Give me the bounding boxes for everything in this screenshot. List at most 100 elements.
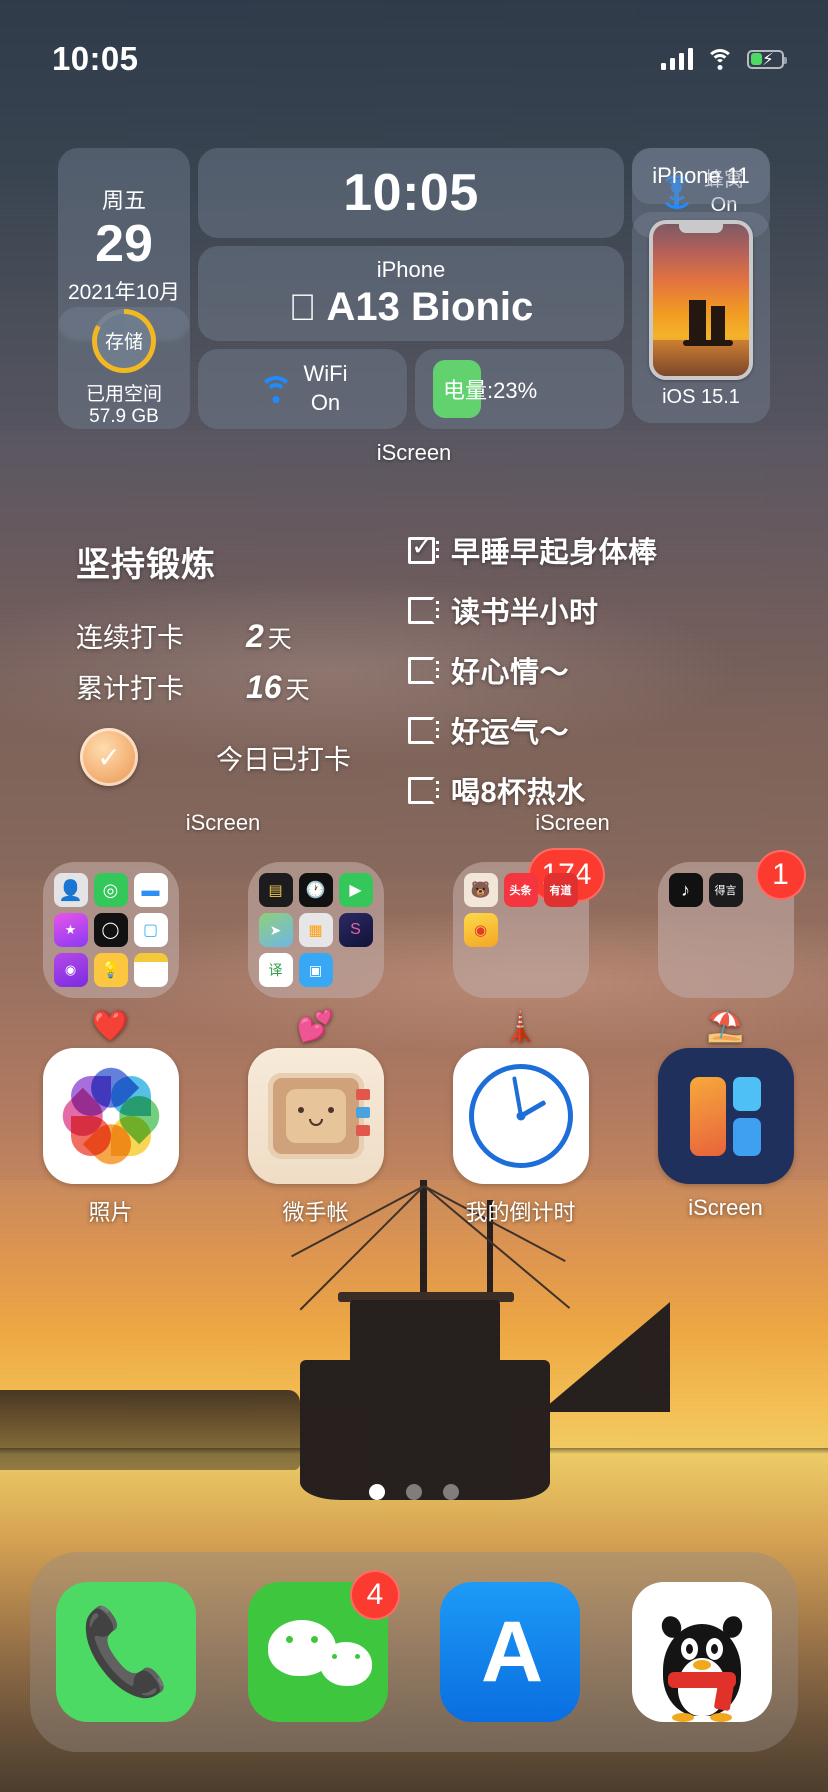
- folder-icon[interactable]: 1 ♪ 得言: [657, 850, 806, 998]
- folder-icon[interactable]: 174 🐻 头条 有道 ◉: [452, 848, 605, 998]
- mini-app-deyan: 得言: [708, 873, 743, 907]
- habit-widget-caption: iScreen: [185, 810, 261, 835]
- folder-love[interactable]: 👤 ◎ ▬ ★ ◯ ▢ ◉ 💡 ❤️: [8, 862, 213, 1044]
- wifi-card[interactable]: WiFi On: [198, 349, 407, 429]
- day-number: 29: [95, 215, 153, 274]
- mini-app-empty: [709, 953, 743, 987]
- clock-time: 10:05: [343, 164, 479, 222]
- habit-row-label: 累计打卡: [76, 674, 184, 704]
- mini-app-tips: 💡: [93, 953, 128, 987]
- qq-icon[interactable]: [632, 1582, 772, 1722]
- mini-app-maps: ➤: [258, 913, 293, 947]
- mini-app-contacts: 👤: [53, 873, 88, 907]
- mini-app-keynote: ▣: [298, 953, 333, 987]
- storage-card[interactable]: 存储 已用空间 57.9 GB: [58, 307, 190, 429]
- mini-app-empty: [749, 873, 783, 907]
- battery-charging-icon: ⚡: [747, 49, 787, 69]
- mini-app-empty: [669, 913, 703, 947]
- phone-icon[interactable]: 📞: [56, 1582, 196, 1722]
- storage-caption: 已用空间: [85, 383, 162, 405]
- notebook-icon[interactable]: [247, 1048, 384, 1184]
- device-preview-card[interactable]: iOS 15.1: [632, 212, 770, 423]
- app-label: 照片: [88, 1200, 133, 1225]
- mini-app-notes: [133, 953, 168, 987]
- dock-app-phone[interactable]: 📞: [56, 1582, 196, 1722]
- chip-name: A13 Bionic: [312, 285, 534, 329]
- year-month-label: 2021年10月: [67, 280, 181, 304]
- habit-row-label: 连续打卡: [76, 623, 184, 653]
- app-iscreen[interactable]: iScreen: [623, 1048, 828, 1227]
- list-item[interactable]: 好心情～: [408, 649, 745, 691]
- mini-app-empty: [709, 913, 743, 947]
- mini-app-itunes-store: ★: [53, 913, 88, 947]
- mini-app-find-my: ◎: [93, 873, 128, 907]
- battery-text: 电量:23%: [443, 378, 538, 403]
- checked-stamp-icon: [80, 728, 138, 786]
- habit-row-value: 16: [246, 669, 282, 705]
- checkbox-unchecked-icon[interactable]: [408, 776, 439, 804]
- wifi-icon: [706, 48, 734, 70]
- mini-app-empty: [544, 953, 578, 987]
- mini-app-voice-memos: ▤: [258, 873, 293, 907]
- habit-row: 连续打卡 2 天: [76, 616, 388, 655]
- folder-news[interactable]: 174 🐻 头条 有道 ◉ 🗼: [418, 848, 623, 1044]
- os-version: iOS 15.1: [662, 386, 740, 408]
- folder-beach[interactable]: 1 ♪ 得言 ⛱️: [623, 850, 828, 1044]
- checkbox-unchecked-icon[interactable]: [408, 716, 439, 744]
- habit-widget[interactable]: 坚持锻炼 连续打卡 2 天 累计打卡 16 天 今日已打卡: [58, 505, 388, 805]
- clock-icon[interactable]: [452, 1048, 589, 1184]
- page-dot-active[interactable]: [369, 1484, 385, 1500]
- app-countdown[interactable]: 我的倒计时: [418, 1048, 623, 1227]
- page-dot[interactable]: [443, 1484, 459, 1500]
- system-widget-caption: iScreen: [376, 440, 452, 465]
- habit-row-unit: 天: [285, 677, 310, 704]
- list-item[interactable]: 好运气～: [408, 709, 745, 751]
- list-item[interactable]: 喝8杯热水: [408, 769, 745, 811]
- dock-app-wechat[interactable]: 4: [248, 1570, 400, 1722]
- checklist-item-label: 喝8杯热水: [451, 777, 586, 809]
- mini-app-shortcuts: S: [338, 913, 373, 947]
- wifi-label: WiFi: [303, 361, 348, 387]
- folder-label: ❤️: [91, 1010, 130, 1043]
- app-photos[interactable]: 照片: [8, 1048, 213, 1227]
- app-notebook[interactable]: 微手帐: [213, 1048, 418, 1227]
- checklist-widget-caption: iScreen: [535, 810, 610, 835]
- appstore-icon[interactable]: A: [440, 1582, 580, 1722]
- chip-card[interactable]: iPhone  A13 Bionic: [198, 246, 624, 341]
- list-item[interactable]: ✓ 早睡早起身体棒: [408, 529, 745, 571]
- dock-app-appstore[interactable]: A: [440, 1582, 580, 1722]
- folder-hearts[interactable]: ▤ 🕐 ▶ ➤ ▦ S 译 ▣ 💕: [213, 862, 418, 1044]
- folder-icon[interactable]: ▤ 🕐 ▶ ➤ ▦ S 译 ▣: [247, 862, 384, 998]
- checkbox-unchecked-icon[interactable]: [408, 596, 439, 624]
- checkbox-unchecked-icon[interactable]: [408, 656, 439, 684]
- model-card[interactable]: iPhone 11: [632, 148, 770, 204]
- battery-card[interactable]: 电量:23%: [415, 349, 624, 429]
- mini-app-wallet: ▢: [133, 913, 168, 947]
- list-item[interactable]: 读书半小时: [408, 589, 745, 631]
- mini-app-clock: 🕐: [298, 873, 333, 907]
- habit-title: 坚持锻炼: [76, 546, 216, 584]
- mini-app-empty: [749, 953, 783, 987]
- habit-row-value: 2: [246, 618, 264, 654]
- iscreen-icon[interactable]: [657, 1048, 794, 1184]
- photos-icon[interactable]: [42, 1048, 179, 1184]
- status-time: 10:05: [52, 40, 139, 77]
- dock-badge: 4: [350, 1570, 400, 1620]
- clock-card[interactable]: 10:05: [198, 148, 624, 238]
- mini-app-empty: [464, 953, 498, 987]
- wifi-state: On: [310, 390, 341, 415]
- checkbox-checked-icon[interactable]: ✓: [408, 532, 439, 564]
- app-label: iScreen: [688, 1195, 763, 1220]
- mini-app-files: ▬: [133, 873, 168, 907]
- phone-mockup-icon: [649, 220, 753, 380]
- habit-row: 累计打卡 16 天: [76, 667, 388, 706]
- mini-app-toutiao: 头条: [503, 873, 538, 907]
- signal-bars-icon: [660, 48, 693, 70]
- page-indicator[interactable]: [0, 1484, 828, 1500]
- page-dot[interactable]: [406, 1484, 422, 1500]
- folder-icon[interactable]: 👤 ◎ ▬ ★ ◯ ▢ ◉ 💡: [42, 862, 179, 998]
- app-label: 微手帐: [282, 1200, 349, 1225]
- dock-app-qq[interactable]: [632, 1582, 772, 1722]
- checklist-widget[interactable]: ✓ 早睡早起身体棒 读书半小时 好心情～ 好运气～ 喝8杯热水: [400, 505, 745, 809]
- app-label: 我的倒计时: [465, 1200, 576, 1225]
